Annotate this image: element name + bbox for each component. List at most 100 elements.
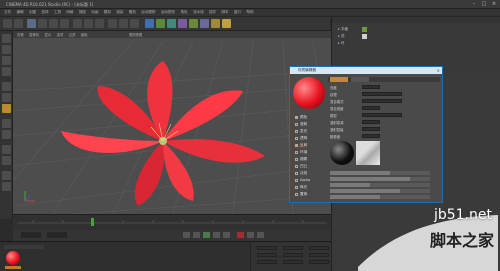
maximize-icon[interactable]: □ — [480, 1, 488, 7]
mix-strength-field[interactable] — [362, 106, 380, 110]
channel-environment[interactable]: 环境 — [295, 150, 307, 156]
model-mode-icon[interactable] — [2, 45, 11, 54]
prev-frame-icon[interactable] — [193, 232, 200, 238]
channel-checkbox[interactable] — [295, 143, 298, 147]
channel-checkbox[interactable] — [295, 185, 298, 189]
menu-item[interactable]: 运动图形 — [161, 10, 175, 15]
channel-luminance[interactable]: 发光 — [295, 129, 307, 135]
coord-z-field[interactable] — [257, 260, 277, 264]
menu-item[interactable]: 捕捉 — [79, 10, 86, 15]
tweak-icon[interactable] — [2, 130, 11, 139]
texture-mode-icon[interactable] — [2, 56, 11, 65]
slider[interactable] — [330, 171, 430, 175]
channel-normal[interactable]: 法线 — [295, 171, 307, 177]
points-mode-icon[interactable] — [2, 82, 11, 91]
rotate-icon[interactable] — [60, 19, 69, 28]
close-icon[interactable]: × — [490, 1, 498, 7]
menu-item[interactable]: 文件 — [4, 10, 11, 15]
channel-reflectance[interactable]: 反射 — [295, 143, 308, 149]
diffuse-falloff-field[interactable] — [362, 120, 380, 124]
channel-glow[interactable]: 辉光 — [295, 185, 307, 191]
perspective-viewport[interactable] — [12, 31, 332, 215]
channel-color[interactable]: 颜色 — [295, 115, 307, 121]
menu-item[interactable]: 脚本 — [221, 10, 228, 15]
goto-start-icon[interactable] — [183, 232, 190, 238]
channel-transparency[interactable]: 透明 — [295, 136, 307, 142]
close-icon[interactable]: × — [437, 68, 440, 73]
flower-model[interactable] — [61, 61, 265, 206]
axis-y-icon[interactable] — [84, 19, 93, 28]
next-frame-icon[interactable] — [213, 232, 220, 238]
menu-item[interactable]: 插件 — [209, 10, 216, 15]
autokey-icon[interactable] — [247, 232, 254, 238]
channel-checkbox[interactable] — [295, 150, 298, 154]
channel-diffusion[interactable]: 漫射 — [295, 122, 307, 128]
menu-item[interactable]: 雕刻 — [129, 10, 136, 15]
channel-checkbox[interactable] — [295, 178, 298, 182]
polygons-mode-icon[interactable] — [2, 104, 11, 113]
deformer-icon[interactable] — [189, 19, 198, 28]
channel-checkbox[interactable] — [295, 136, 298, 140]
material-swatch[interactable] — [6, 251, 20, 265]
play-icon[interactable] — [203, 232, 210, 238]
frame-field[interactable] — [21, 232, 41, 238]
material-tag-icon[interactable] — [362, 34, 367, 39]
render-settings-icon[interactable] — [130, 19, 139, 28]
cube-icon[interactable] — [145, 19, 154, 28]
channel-checkbox[interactable] — [295, 115, 298, 119]
brightness-field[interactable] — [362, 85, 380, 89]
channel-checkbox[interactable] — [295, 192, 298, 196]
slider[interactable] — [330, 195, 430, 199]
viewport-menu-item[interactable]: 选项 — [57, 32, 64, 37]
record-icon[interactable] — [237, 232, 244, 238]
live-select-icon[interactable] — [27, 19, 36, 28]
menu-item[interactable]: 帮助 — [246, 10, 253, 15]
size-y-field[interactable] — [283, 253, 303, 257]
menu-item[interactable]: 运动跟踪 — [141, 10, 155, 15]
sculpt-icon[interactable] — [2, 182, 11, 191]
keyframe-icon[interactable] — [257, 232, 264, 238]
viewport-menu-item[interactable]: 查看 — [17, 32, 24, 37]
model-select[interactable] — [362, 113, 402, 117]
workplane-icon[interactable] — [2, 67, 11, 76]
tab-layers[interactable] — [330, 77, 348, 82]
tag-icon[interactable] — [362, 27, 367, 32]
axis-mode-icon[interactable] — [2, 119, 11, 128]
roughness-field[interactable] — [362, 134, 380, 138]
channel-bump[interactable]: 凹凸 — [295, 164, 307, 170]
solo-icon[interactable] — [2, 171, 11, 180]
menu-item[interactable]: 网格 — [66, 10, 73, 15]
slider[interactable] — [330, 183, 430, 187]
menu-item[interactable]: 渲染 — [116, 10, 123, 15]
rot-h-field[interactable] — [309, 246, 329, 250]
channel-checkbox[interactable] — [295, 122, 298, 126]
scale-icon[interactable] — [49, 19, 58, 28]
slider[interactable] — [330, 189, 430, 193]
lock-workplane-icon[interactable] — [2, 156, 11, 165]
goto-end-icon[interactable] — [223, 232, 230, 238]
layer-tabs[interactable] — [328, 77, 440, 82]
timeline[interactable] — [13, 214, 331, 230]
object-row[interactable]: ▸ 花 — [338, 34, 345, 39]
diffuse-level-field[interactable] — [362, 127, 380, 131]
tab-default-specular[interactable] — [351, 77, 370, 82]
viewport-menu-item[interactable]: 面板 — [81, 32, 88, 37]
channel-checkbox[interactable] — [295, 171, 298, 175]
channel-checkbox[interactable] — [295, 129, 298, 133]
array-icon[interactable] — [178, 19, 187, 28]
scene-icon[interactable] — [200, 19, 209, 28]
make-editable-icon[interactable] — [2, 34, 11, 43]
blend-mode-select[interactable] — [362, 99, 402, 103]
coord-y-field[interactable] — [257, 253, 277, 257]
menu-item[interactable]: 模拟 — [104, 10, 111, 15]
axis-z-icon[interactable] — [95, 19, 104, 28]
menu-item[interactable]: 编辑 — [16, 10, 23, 15]
redo-icon[interactable] — [14, 19, 23, 28]
move-icon[interactable] — [38, 19, 47, 28]
menu-item[interactable]: 动画 — [91, 10, 98, 15]
snap-icon[interactable] — [2, 145, 11, 154]
render-picture-viewer-icon[interactable] — [119, 19, 128, 28]
texture-field[interactable] — [362, 92, 402, 96]
viewport-menu-item[interactable]: 过滤 — [69, 32, 76, 37]
viewport-menu-item[interactable]: 摄像机 — [29, 32, 39, 37]
